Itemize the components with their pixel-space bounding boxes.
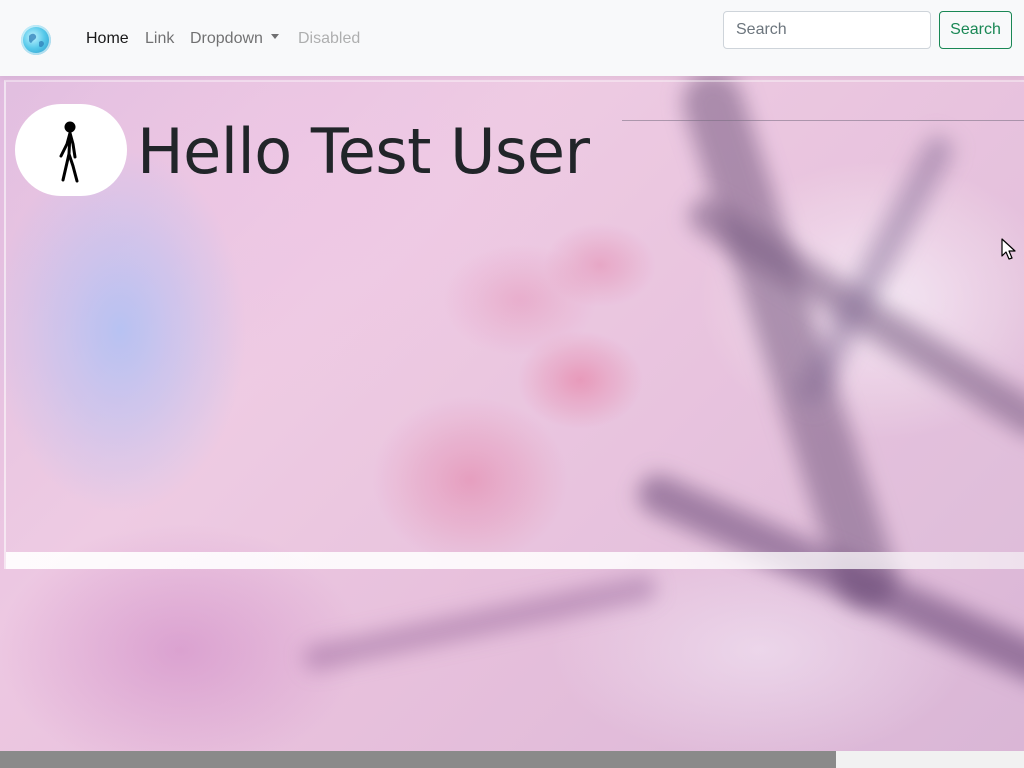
avatar — [15, 104, 127, 196]
stick-figure-icon — [59, 121, 79, 183]
nav-disabled-link: Disabled — [298, 30, 361, 47]
page-title: Hello Test User — [137, 115, 590, 188]
nav-home-link[interactable]: Home — [86, 29, 129, 49]
nav-dropdown-toggle[interactable]: Dropdown — [190, 29, 279, 49]
scrollbar-corner — [836, 751, 1024, 768]
search-button[interactable]: Search — [939, 11, 1012, 49]
globe-icon[interactable] — [21, 25, 51, 55]
hero-divider — [622, 120, 1024, 121]
nav-link[interactable]: Link — [145, 29, 174, 49]
hero-bottom-bar — [6, 552, 1024, 569]
nav-dropdown-label: Dropdown — [190, 30, 263, 47]
hero-card: Hello Test User — [4, 80, 1024, 569]
navbar: Home Link Dropdown Disabled Search — [0, 0, 1024, 76]
search-input[interactable] — [723, 11, 931, 49]
caret-down-icon — [270, 34, 279, 40]
background-branch — [301, 572, 659, 674]
mouse-cursor-icon — [1001, 238, 1017, 266]
horizontal-scrollbar-track[interactable] — [0, 751, 836, 768]
